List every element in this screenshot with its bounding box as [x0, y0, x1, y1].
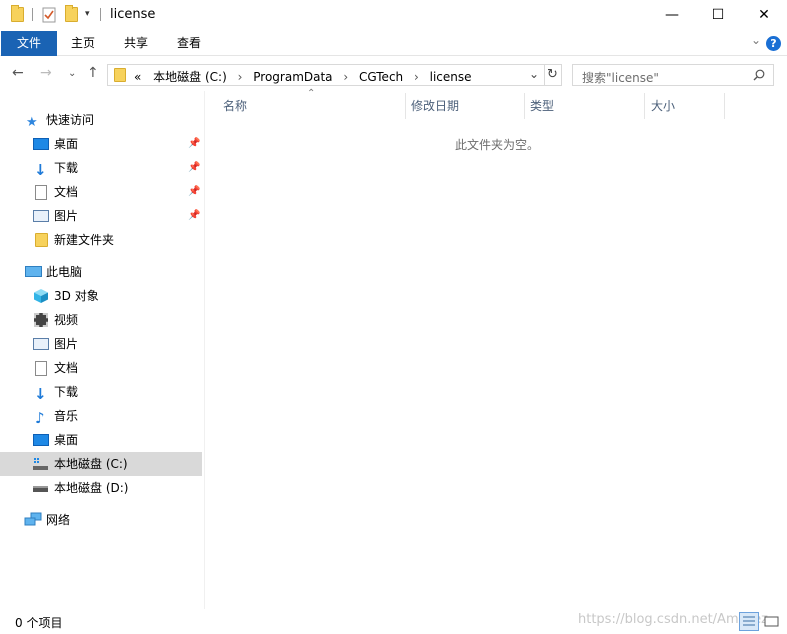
search-box[interactable]: 搜索"license" [572, 64, 774, 86]
new-folder-icon[interactable] [65, 5, 78, 22]
desktop-icon [33, 138, 49, 150]
navigation-pane: ★ 快速访问 桌面 📌 ↓ 下载 📌 文档 📌 图片 📌 新建文件夹 此电脑 3 [0, 91, 205, 609]
network-icon [24, 512, 42, 526]
column-size[interactable]: 大小 [641, 92, 721, 120]
breadcrumb-item[interactable]: 本地磁盘 (C:) [153, 70, 227, 84]
pictures-icon [33, 338, 49, 350]
breadcrumb: « 本地磁盘 (C:) › ProgramData › CGTech › lic… [134, 68, 472, 85]
chevron-right-icon[interactable]: › [343, 70, 348, 84]
column-name[interactable]: 名称 [213, 92, 405, 120]
details-view-button[interactable] [739, 612, 759, 631]
pin-icon[interactable]: 📌 [188, 156, 200, 180]
chevron-right-icon[interactable]: › [238, 70, 243, 84]
sidebar-item-this-pc[interactable]: 此电脑 [0, 260, 202, 284]
desktop-icon [33, 434, 49, 446]
close-icon: ✕ [758, 7, 770, 23]
tab-home[interactable]: 主页 [60, 31, 106, 56]
sidebar-item-downloads-pc[interactable]: ↓ 下载 [0, 380, 202, 404]
properties-icon[interactable] [42, 7, 56, 23]
column-headers: ⌃ 名称 修改日期 类型 大小 [206, 88, 787, 120]
minimize-icon: — [665, 7, 679, 23]
divider [544, 65, 545, 85]
column-type[interactable]: 类型 [520, 92, 640, 120]
divider [100, 8, 101, 21]
divider[interactable] [724, 93, 725, 119]
window-title: license [110, 7, 156, 22]
item-count: 0 个项目 [15, 616, 63, 630]
sidebar-item-drive-c[interactable]: 本地磁盘 (C:) [0, 452, 202, 476]
sidebar-item-desktop-pc[interactable]: 桌面 [0, 428, 202, 452]
pin-icon[interactable]: 📌 [188, 204, 200, 228]
breadcrumb-item[interactable]: ProgramData [253, 70, 332, 84]
pin-icon[interactable]: 📌 [188, 132, 200, 156]
sidebar-item-documents[interactable]: 文档 📌 [0, 180, 202, 204]
sidebar-item-downloads[interactable]: ↓ 下载 📌 [0, 156, 202, 180]
sidebar-item-pictures-pc[interactable]: 图片 [0, 332, 202, 356]
details-view-icon [743, 616, 755, 626]
forward-icon[interactable]: → [40, 65, 52, 81]
close-button[interactable]: ✕ [741, 0, 787, 30]
download-icon: ↓ [34, 385, 47, 403]
breadcrumb-item[interactable]: license [430, 70, 472, 84]
address-bar[interactable]: « 本地磁盘 (C:) › ProgramData › CGTech › lic… [107, 64, 562, 86]
chevron-right-icon[interactable]: › [414, 70, 419, 84]
maximize-button[interactable]: ☐ [695, 0, 741, 30]
sidebar-item-quick-access[interactable]: ★ 快速访问 [0, 108, 202, 132]
minimize-button[interactable]: — [649, 0, 695, 30]
pictures-icon [33, 210, 49, 222]
sidebar-item-new-folder[interactable]: 新建文件夹 [0, 228, 202, 252]
folder-icon [114, 68, 126, 82]
recent-locations-icon[interactable]: ⌄ [68, 68, 76, 79]
pin-icon[interactable]: 📌 [188, 180, 200, 204]
customize-quick-access-icon[interactable]: ▾ [85, 9, 90, 19]
ribbon: 文件 主页 共享 查看 ⌄ ? [0, 31, 787, 56]
large-icons-view-button[interactable] [762, 612, 782, 631]
status-bar: 0 个项目 https://blog.csdn.net/Ama_ez [0, 609, 787, 634]
documents-icon [35, 185, 47, 200]
breadcrumb-item[interactable]: CGTech [359, 70, 403, 84]
sidebar-item-3d-objects[interactable]: 3D 对象 [0, 284, 202, 308]
maximize-icon: ☐ [711, 7, 725, 23]
search-icon[interactable] [753, 69, 765, 81]
back-icon[interactable]: ← [12, 65, 24, 81]
empty-folder-message: 此文件夹为空。 [455, 138, 540, 152]
sidebar-item-pictures[interactable]: 图片 📌 [0, 204, 202, 228]
help-icon[interactable]: ? [766, 36, 781, 51]
address-dropdown-icon[interactable]: ⌄ [529, 67, 539, 81]
large-icons-view-icon [764, 616, 779, 627]
sidebar-item-desktop[interactable]: 桌面 📌 [0, 132, 202, 156]
folder-icon [11, 5, 24, 22]
drive-d-icon [33, 486, 48, 492]
navigation-bar: ← → ⌄ ↑ « 本地磁盘 (C:) › ProgramData › CGTe… [0, 57, 787, 91]
tab-file[interactable]: 文件 [1, 31, 57, 56]
search-input[interactable]: 搜索"license" [582, 69, 659, 86]
tab-share[interactable]: 共享 [113, 31, 159, 56]
sidebar-item-music[interactable]: ♪ 音乐 [0, 404, 202, 428]
up-icon[interactable]: ↑ [87, 65, 99, 81]
music-icon: ♪ [35, 409, 45, 427]
refresh-icon[interactable]: ↻ [547, 67, 558, 82]
sidebar-item-network[interactable]: 网络 [0, 508, 202, 532]
computer-icon [25, 266, 42, 277]
sidebar-item-videos[interactable]: 视频 [0, 308, 202, 332]
breadcrumb-collapse-icon[interactable]: « [134, 70, 141, 84]
sidebar-item-documents-pc[interactable]: 文档 [0, 356, 202, 380]
title-bar: ▾ license — ☐ ✕ [0, 0, 787, 31]
sidebar-item-drive-d[interactable]: 本地磁盘 (D:) [0, 476, 202, 500]
videos-icon [34, 313, 48, 327]
expand-ribbon-icon[interactable]: ⌄ [751, 33, 761, 47]
3d-objects-icon [34, 289, 48, 303]
column-date-modified[interactable]: 修改日期 [401, 92, 521, 120]
drive-c-icon [33, 458, 48, 470]
documents-icon [35, 361, 47, 376]
download-icon: ↓ [34, 161, 47, 179]
divider [32, 8, 33, 21]
folder-icon [35, 233, 48, 247]
tab-view[interactable]: 查看 [166, 31, 212, 56]
